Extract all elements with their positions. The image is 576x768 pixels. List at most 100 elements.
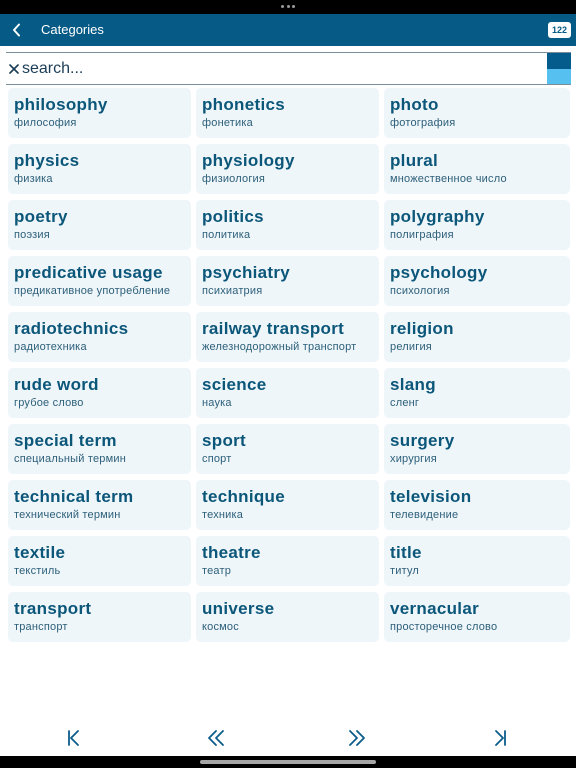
category-name: psychology: [390, 263, 488, 282]
last-page-button[interactable]: [486, 724, 514, 752]
category-translation: техника: [202, 509, 244, 521]
first-page-button[interactable]: [60, 724, 88, 752]
category-name: plural: [390, 151, 439, 170]
category-item[interactable]: psychiatry психиатрия: [196, 256, 379, 306]
category-translation: транспорт: [14, 621, 68, 633]
category-item[interactable]: plural множественное число: [384, 144, 570, 194]
previous-page-icon: [208, 730, 224, 746]
category-name: transport: [14, 599, 92, 618]
count-badge: 122: [548, 22, 571, 38]
category-translation: фотография: [390, 117, 456, 129]
category-translation: телевидение: [390, 509, 459, 521]
category-item[interactable]: special term специальный термин: [8, 424, 191, 474]
category-item[interactable]: theatre театр: [196, 536, 379, 586]
category-item[interactable]: television телевидение: [384, 480, 570, 530]
home-indicator[interactable]: [200, 760, 376, 764]
next-page-icon: [349, 730, 365, 746]
category-translation: титул: [390, 565, 420, 577]
category-name: poetry: [14, 207, 68, 226]
category-translation: сленг: [390, 397, 420, 409]
page-title: Categories: [41, 22, 104, 37]
category-translation: физика: [14, 173, 53, 185]
category-translation: технический термин: [14, 509, 121, 521]
category-item[interactable]: philosophy философия: [8, 88, 191, 138]
category-item[interactable]: religion религия: [384, 312, 570, 362]
category-item[interactable]: technique техника: [196, 480, 379, 530]
category-name: polygraphy: [390, 207, 485, 226]
multitasking-dots[interactable]: [281, 5, 295, 9]
close-icon: [9, 64, 19, 74]
category-name: physiology: [202, 151, 295, 170]
category-translation: философия: [14, 117, 77, 129]
category-translation: хирургия: [390, 453, 437, 465]
category-translation: спорт: [202, 453, 232, 465]
category-name: title: [390, 543, 422, 562]
category-name: psychiatry: [202, 263, 291, 282]
last-page-icon: [495, 730, 506, 746]
category-translation: предикативное употребление: [14, 285, 171, 297]
category-name: rude word: [14, 375, 99, 394]
category-item[interactable]: photo фотография: [384, 88, 570, 138]
category-name: science: [202, 375, 267, 394]
category-item[interactable]: sport спорт: [196, 424, 379, 474]
screen: Categories 122 philosophy философия phonet…: [0, 0, 576, 768]
search-bar: [6, 52, 571, 85]
category-item[interactable]: rude word грубое слово: [8, 368, 191, 418]
status-bar: [0, 0, 576, 14]
alphabet-scroll-indicator[interactable]: [547, 53, 571, 84]
category-item[interactable]: physiology физиология: [196, 144, 379, 194]
pagination-bar: [0, 720, 576, 754]
category-name: philosophy: [14, 95, 108, 114]
clear-search-button[interactable]: [6, 56, 22, 82]
category-item[interactable]: science наука: [196, 368, 379, 418]
category-translation: физиология: [202, 173, 266, 185]
previous-page-button[interactable]: [202, 724, 230, 752]
navigation-bar: Categories 122: [0, 14, 576, 46]
category-name: physics: [14, 151, 80, 170]
search-input[interactable]: [22, 56, 544, 82]
scroll-indicator-bottom: [547, 69, 571, 84]
category-translation: полиграфия: [390, 229, 454, 241]
category-item[interactable]: radiotechnics радиотехника: [8, 312, 191, 362]
category-item[interactable]: railway transport железнодорожный транспо…: [196, 312, 379, 362]
category-item[interactable]: psychology психология: [384, 256, 570, 306]
category-item[interactable]: surgery хирургия: [384, 424, 570, 474]
category-item[interactable]: textile текстиль: [8, 536, 191, 586]
back-button[interactable]: [4, 16, 30, 44]
category-item[interactable]: title титул: [384, 536, 570, 586]
category-name: slang: [390, 375, 436, 394]
category-item[interactable]: transport транспорт: [8, 592, 191, 642]
category-name: theatre: [202, 543, 261, 562]
category-translation: множественное число: [390, 173, 507, 185]
category-name: universe: [202, 599, 275, 618]
category-grid: philosophy философия phonetics фонетика phot…: [8, 88, 572, 642]
category-translation: текстиль: [14, 565, 61, 577]
scroll-indicator-top: [547, 53, 571, 69]
category-item[interactable]: vernacular просторечное слово: [384, 592, 570, 642]
category-name: textile: [14, 543, 66, 562]
category-item[interactable]: polygraphy полиграфия: [384, 200, 570, 250]
first-page-icon: [68, 730, 79, 746]
category-name: railway transport: [202, 319, 345, 338]
category-item[interactable]: phonetics фонетика: [196, 88, 379, 138]
category-name: special term: [14, 431, 117, 450]
category-translation: просторечное слово: [390, 621, 498, 633]
category-name: television: [390, 487, 472, 506]
category-item[interactable]: universe космос: [196, 592, 379, 642]
chevron-left-icon: [13, 23, 20, 37]
category-item[interactable]: physics физика: [8, 144, 191, 194]
category-translation: театр: [202, 565, 232, 577]
category-item[interactable]: slang сленг: [384, 368, 570, 418]
category-item[interactable]: predicative usage предикативное употребле…: [8, 256, 191, 306]
category-translation: психология: [390, 285, 450, 297]
category-name: technical term: [14, 487, 134, 506]
category-item[interactable]: technical term технический термин: [8, 480, 191, 530]
category-translation: радиотехника: [14, 341, 87, 353]
category-item[interactable]: poetry поэзия: [8, 200, 191, 250]
category-item[interactable]: politics политика: [196, 200, 379, 250]
category-translation: грубое слово: [14, 397, 84, 409]
category-name: radiotechnics: [14, 319, 129, 338]
category-translation: поэзия: [14, 229, 50, 241]
category-name: technique: [202, 487, 285, 506]
next-page-button[interactable]: [343, 724, 371, 752]
